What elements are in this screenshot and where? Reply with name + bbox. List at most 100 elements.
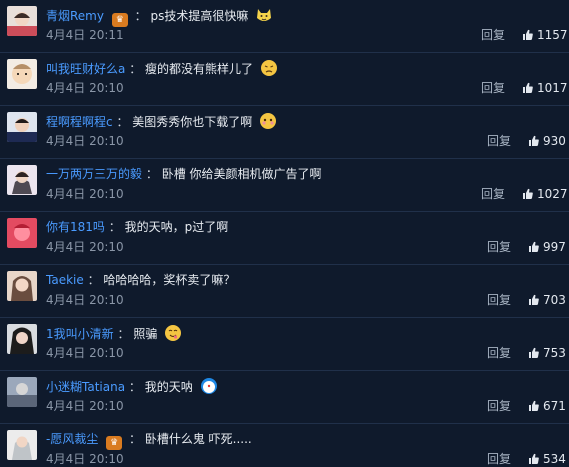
- reply-button[interactable]: 回复: [487, 239, 511, 255]
- avatar[interactable]: [7, 165, 37, 195]
- thumbs-up-icon: [529, 400, 539, 411]
- like-button[interactable]: 930: [528, 133, 566, 149]
- username-link[interactable]: -愿风裁尘: [46, 432, 98, 446]
- comment-item: 青烟Remy ♛ ： ps技术提高很快嘛 4月4日 20:11 回复 1157: [0, 0, 569, 53]
- like-button[interactable]: 671: [528, 398, 566, 414]
- like-count: 753: [543, 346, 566, 360]
- timestamp: 4月4日 20:10: [46, 452, 124, 466]
- avatar[interactable]: [7, 377, 37, 407]
- comment-item: 你有181吗 ： 我的天呐，p过了啊 4月4日 20:10 回复 997: [0, 212, 569, 265]
- reply-button[interactable]: 回复: [481, 186, 505, 202]
- reply-button[interactable]: 回复: [487, 133, 511, 149]
- username-link[interactable]: 叫我旺财好么a: [46, 62, 125, 76]
- like-count: 930: [543, 134, 566, 148]
- thumbs-up-icon: [529, 241, 539, 252]
- comment-content: -愿风裁尘 ♛ ： 卧槽什么鬼 吓死.....: [46, 430, 252, 450]
- thumbs-up-icon: [523, 188, 533, 199]
- comment-feed: 青烟Remy ♛ ： ps技术提高很快嘛 4月4日 20:11 回复 1157: [0, 0, 569, 466]
- doraemon-icon: [200, 378, 217, 394]
- cat-face-icon: [257, 9, 272, 21]
- timestamp: 4月4日 20:10: [46, 134, 124, 148]
- username-link[interactable]: 你有181吗: [46, 220, 105, 234]
- separator: ：: [128, 380, 141, 394]
- vip-badge-icon: ♛: [106, 436, 123, 450]
- comment-text: 卧槽 你给美颜相机做广告了啊: [161, 167, 322, 181]
- separator: ：: [87, 273, 100, 287]
- username-link[interactable]: Taekie: [46, 273, 84, 287]
- username-link[interactable]: 程啊程啊程c: [46, 115, 113, 129]
- username-link[interactable]: 一万两万三万的毅: [46, 167, 142, 181]
- comment-text: 我的天呐，p过了啊: [124, 220, 229, 234]
- comment-item: 1我叫小清新 ： 照骗 4月4日 20:10 回复 753: [0, 318, 569, 371]
- comment-text: 照骗: [133, 327, 158, 341]
- like-count: 703: [543, 293, 566, 307]
- separator: ：: [116, 115, 129, 129]
- comment-content: Taekie ： 哈哈哈哈，奖杯卖了嘛？: [46, 271, 235, 289]
- thumbs-up-icon: [529, 294, 539, 305]
- comment-text: 卧槽什么鬼 吓死.....: [144, 432, 252, 446]
- avatar[interactable]: [7, 324, 37, 354]
- tongue-face-icon: [165, 325, 182, 341]
- comment-item: 程啊程啊程c ： 美图秀秀你也下载了啊 4月4日 20:10 回复 930: [0, 106, 569, 159]
- separator: ：: [117, 327, 130, 341]
- like-count: 671: [543, 399, 566, 413]
- comment-item: 小迷糊Tatiana ： 我的天呐 4月4日 20:10 回复 671: [0, 371, 569, 424]
- avatar[interactable]: [7, 112, 37, 142]
- comment-item: 叫我旺财好么a ： 瘦的都没有熊样儿了 4月4日 20:10 回复 1017: [0, 53, 569, 106]
- reply-button[interactable]: 回复: [487, 292, 511, 308]
- separator: ：: [134, 9, 147, 23]
- timestamp: 4月4日 20:10: [46, 346, 124, 360]
- like-button[interactable]: 1027: [522, 186, 568, 202]
- separator: ：: [108, 220, 121, 234]
- comment-content: 青烟Remy ♛ ： ps技术提高很快嘛: [46, 6, 273, 27]
- username-link[interactable]: 1我叫小清新: [46, 327, 114, 341]
- comment-content: 小迷糊Tatiana ： 我的天呐: [46, 377, 218, 396]
- timestamp: 4月4日 20:10: [46, 293, 124, 307]
- like-count: 1157: [537, 28, 568, 42]
- username-link[interactable]: 青烟Remy: [46, 9, 104, 23]
- comment-content: 1我叫小清新 ： 照骗: [46, 324, 182, 343]
- separator: ：: [129, 62, 142, 76]
- like-button[interactable]: 1017: [522, 80, 568, 96]
- like-button[interactable]: 1157: [522, 27, 568, 43]
- reply-button[interactable]: 回复: [481, 80, 505, 96]
- comment-text: 我的天呐: [144, 380, 193, 394]
- like-count: 534: [543, 452, 566, 466]
- timestamp: 4月4日 20:10: [46, 399, 124, 413]
- thumbs-up-icon: [523, 82, 533, 93]
- comment-text: 哈哈哈哈，奖杯卖了嘛？: [103, 273, 236, 287]
- separator: ：: [145, 167, 158, 181]
- comment-text: 美图秀秀你也下载了啊: [132, 115, 253, 129]
- thumbs-up-icon: [529, 347, 539, 358]
- like-button[interactable]: 753: [528, 345, 566, 361]
- sad-face-icon: [260, 60, 277, 76]
- comment-item: Taekie ： 哈哈哈哈，奖杯卖了嘛？ 4月4日 20:10 回复 703: [0, 265, 569, 318]
- reply-button[interactable]: 回复: [487, 451, 511, 467]
- shy-face-icon: [260, 113, 277, 129]
- timestamp: 4月4日 20:10: [46, 81, 124, 95]
- like-count: 997: [543, 240, 566, 254]
- timestamp: 4月4日 20:10: [46, 187, 124, 201]
- avatar[interactable]: [7, 271, 37, 301]
- thumbs-up-icon: [529, 135, 539, 146]
- reply-button[interactable]: 回复: [487, 345, 511, 361]
- comment-content: 你有181吗 ： 我的天呐，p过了啊: [46, 218, 228, 236]
- vip-badge-icon: ♛: [111, 13, 128, 27]
- separator: ：: [129, 432, 142, 446]
- avatar[interactable]: [7, 430, 37, 460]
- reply-button[interactable]: 回复: [481, 27, 505, 43]
- comment-item: -愿风裁尘 ♛ ： 卧槽什么鬼 吓死..... 4月4日 20:10 回复 53…: [0, 424, 569, 466]
- avatar[interactable]: [7, 218, 37, 248]
- like-button[interactable]: 997: [528, 239, 566, 255]
- avatar[interactable]: [7, 59, 37, 89]
- username-link[interactable]: 小迷糊Tatiana: [46, 380, 125, 394]
- avatar[interactable]: [7, 6, 37, 36]
- comment-content: 叫我旺财好么a ： 瘦的都没有熊样儿了: [46, 59, 278, 78]
- reply-button[interactable]: 回复: [487, 398, 511, 414]
- comment-content: 一万两万三万的毅 ： 卧槽 你给美颜相机做广告了啊: [46, 165, 322, 183]
- thumbs-up-icon: [529, 453, 539, 464]
- timestamp: 4月4日 20:11: [46, 28, 124, 42]
- like-button[interactable]: 534: [528, 451, 566, 467]
- comment-content: 程啊程啊程c ： 美图秀秀你也下载了啊: [46, 112, 277, 131]
- like-button[interactable]: 703: [528, 292, 566, 308]
